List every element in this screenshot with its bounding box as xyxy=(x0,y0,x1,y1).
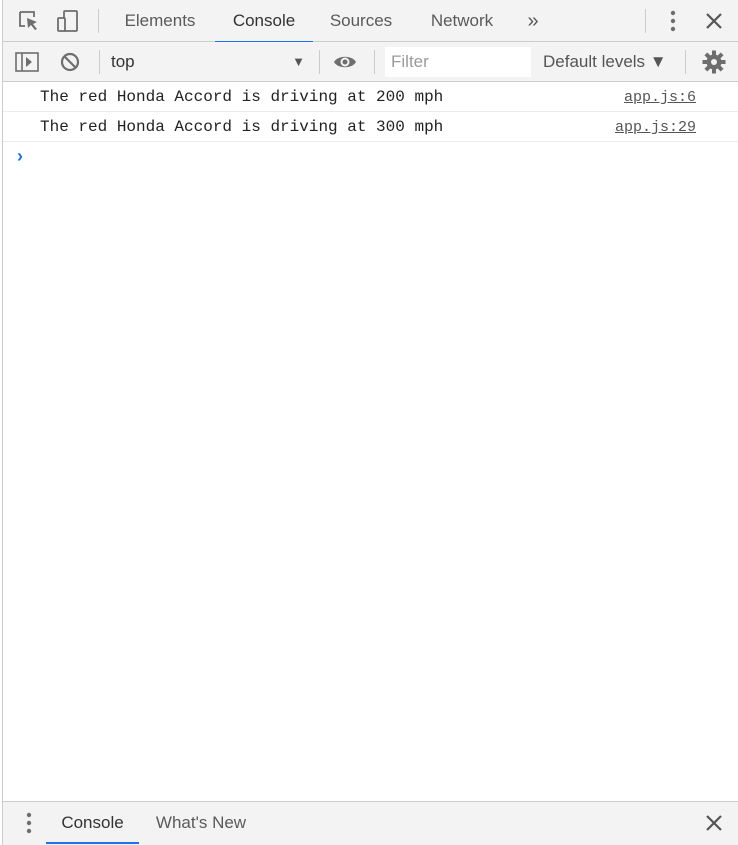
drawer-tab-console[interactable]: Console xyxy=(46,802,139,844)
console-toolbar: top ▼ Default levels ▼ xyxy=(3,42,738,82)
toolbar-divider xyxy=(645,9,646,33)
dropdown-arrow-icon: ▼ xyxy=(292,54,305,69)
context-selector[interactable]: top ▼ xyxy=(111,42,311,82)
inspect-element-icon[interactable] xyxy=(16,8,42,34)
toolbar-divider xyxy=(319,50,320,74)
tab-console[interactable]: Console xyxy=(215,0,313,43)
devtools-panel: Elements Console Sources Network » top ▼… xyxy=(2,0,738,845)
close-icon[interactable] xyxy=(701,8,727,34)
log-levels-dropdown[interactable]: Default levels ▼ xyxy=(543,42,667,82)
tab-network[interactable]: Network xyxy=(418,0,506,42)
kebab-menu-icon[interactable] xyxy=(660,8,686,34)
source-link[interactable]: app.js:29 xyxy=(615,119,696,136)
message-text: The red Honda Accord is driving at 300 m… xyxy=(40,118,444,136)
console-prompt: › xyxy=(3,142,738,172)
console-messages: The red Honda Accord is driving at 200 m… xyxy=(3,82,738,172)
device-toolbar-icon[interactable] xyxy=(55,8,81,34)
tab-sources[interactable]: Sources xyxy=(321,0,401,42)
tab-elements[interactable]: Elements xyxy=(112,0,208,42)
main-tabbar: Elements Console Sources Network » xyxy=(3,0,738,43)
drawer-menu-icon[interactable] xyxy=(16,810,42,836)
more-tabs-button[interactable]: » xyxy=(519,0,547,42)
console-input[interactable] xyxy=(40,142,729,172)
close-drawer-icon[interactable] xyxy=(701,810,727,836)
toolbar-divider xyxy=(374,50,375,74)
toolbar-divider xyxy=(98,9,99,33)
context-value: top xyxy=(111,52,135,71)
toolbar-divider xyxy=(99,50,100,74)
gear-icon[interactable] xyxy=(701,49,727,75)
clear-console-icon[interactable] xyxy=(57,49,83,75)
filter-input[interactable] xyxy=(385,47,531,77)
drawer-tab-whats-new[interactable]: What's New xyxy=(150,802,252,844)
console-message: The red Honda Accord is driving at 200 m… xyxy=(3,82,738,112)
console-message: The red Honda Accord is driving at 300 m… xyxy=(3,112,738,142)
drawer-tabbar: Console What's New xyxy=(3,801,738,845)
message-text: The red Honda Accord is driving at 200 m… xyxy=(40,88,444,106)
prompt-chevron-icon: › xyxy=(17,146,23,166)
toolbar-divider xyxy=(685,50,686,74)
eye-icon[interactable] xyxy=(332,49,358,75)
source-link[interactable]: app.js:6 xyxy=(624,89,696,106)
sidebar-toggle-icon[interactable] xyxy=(14,49,40,75)
